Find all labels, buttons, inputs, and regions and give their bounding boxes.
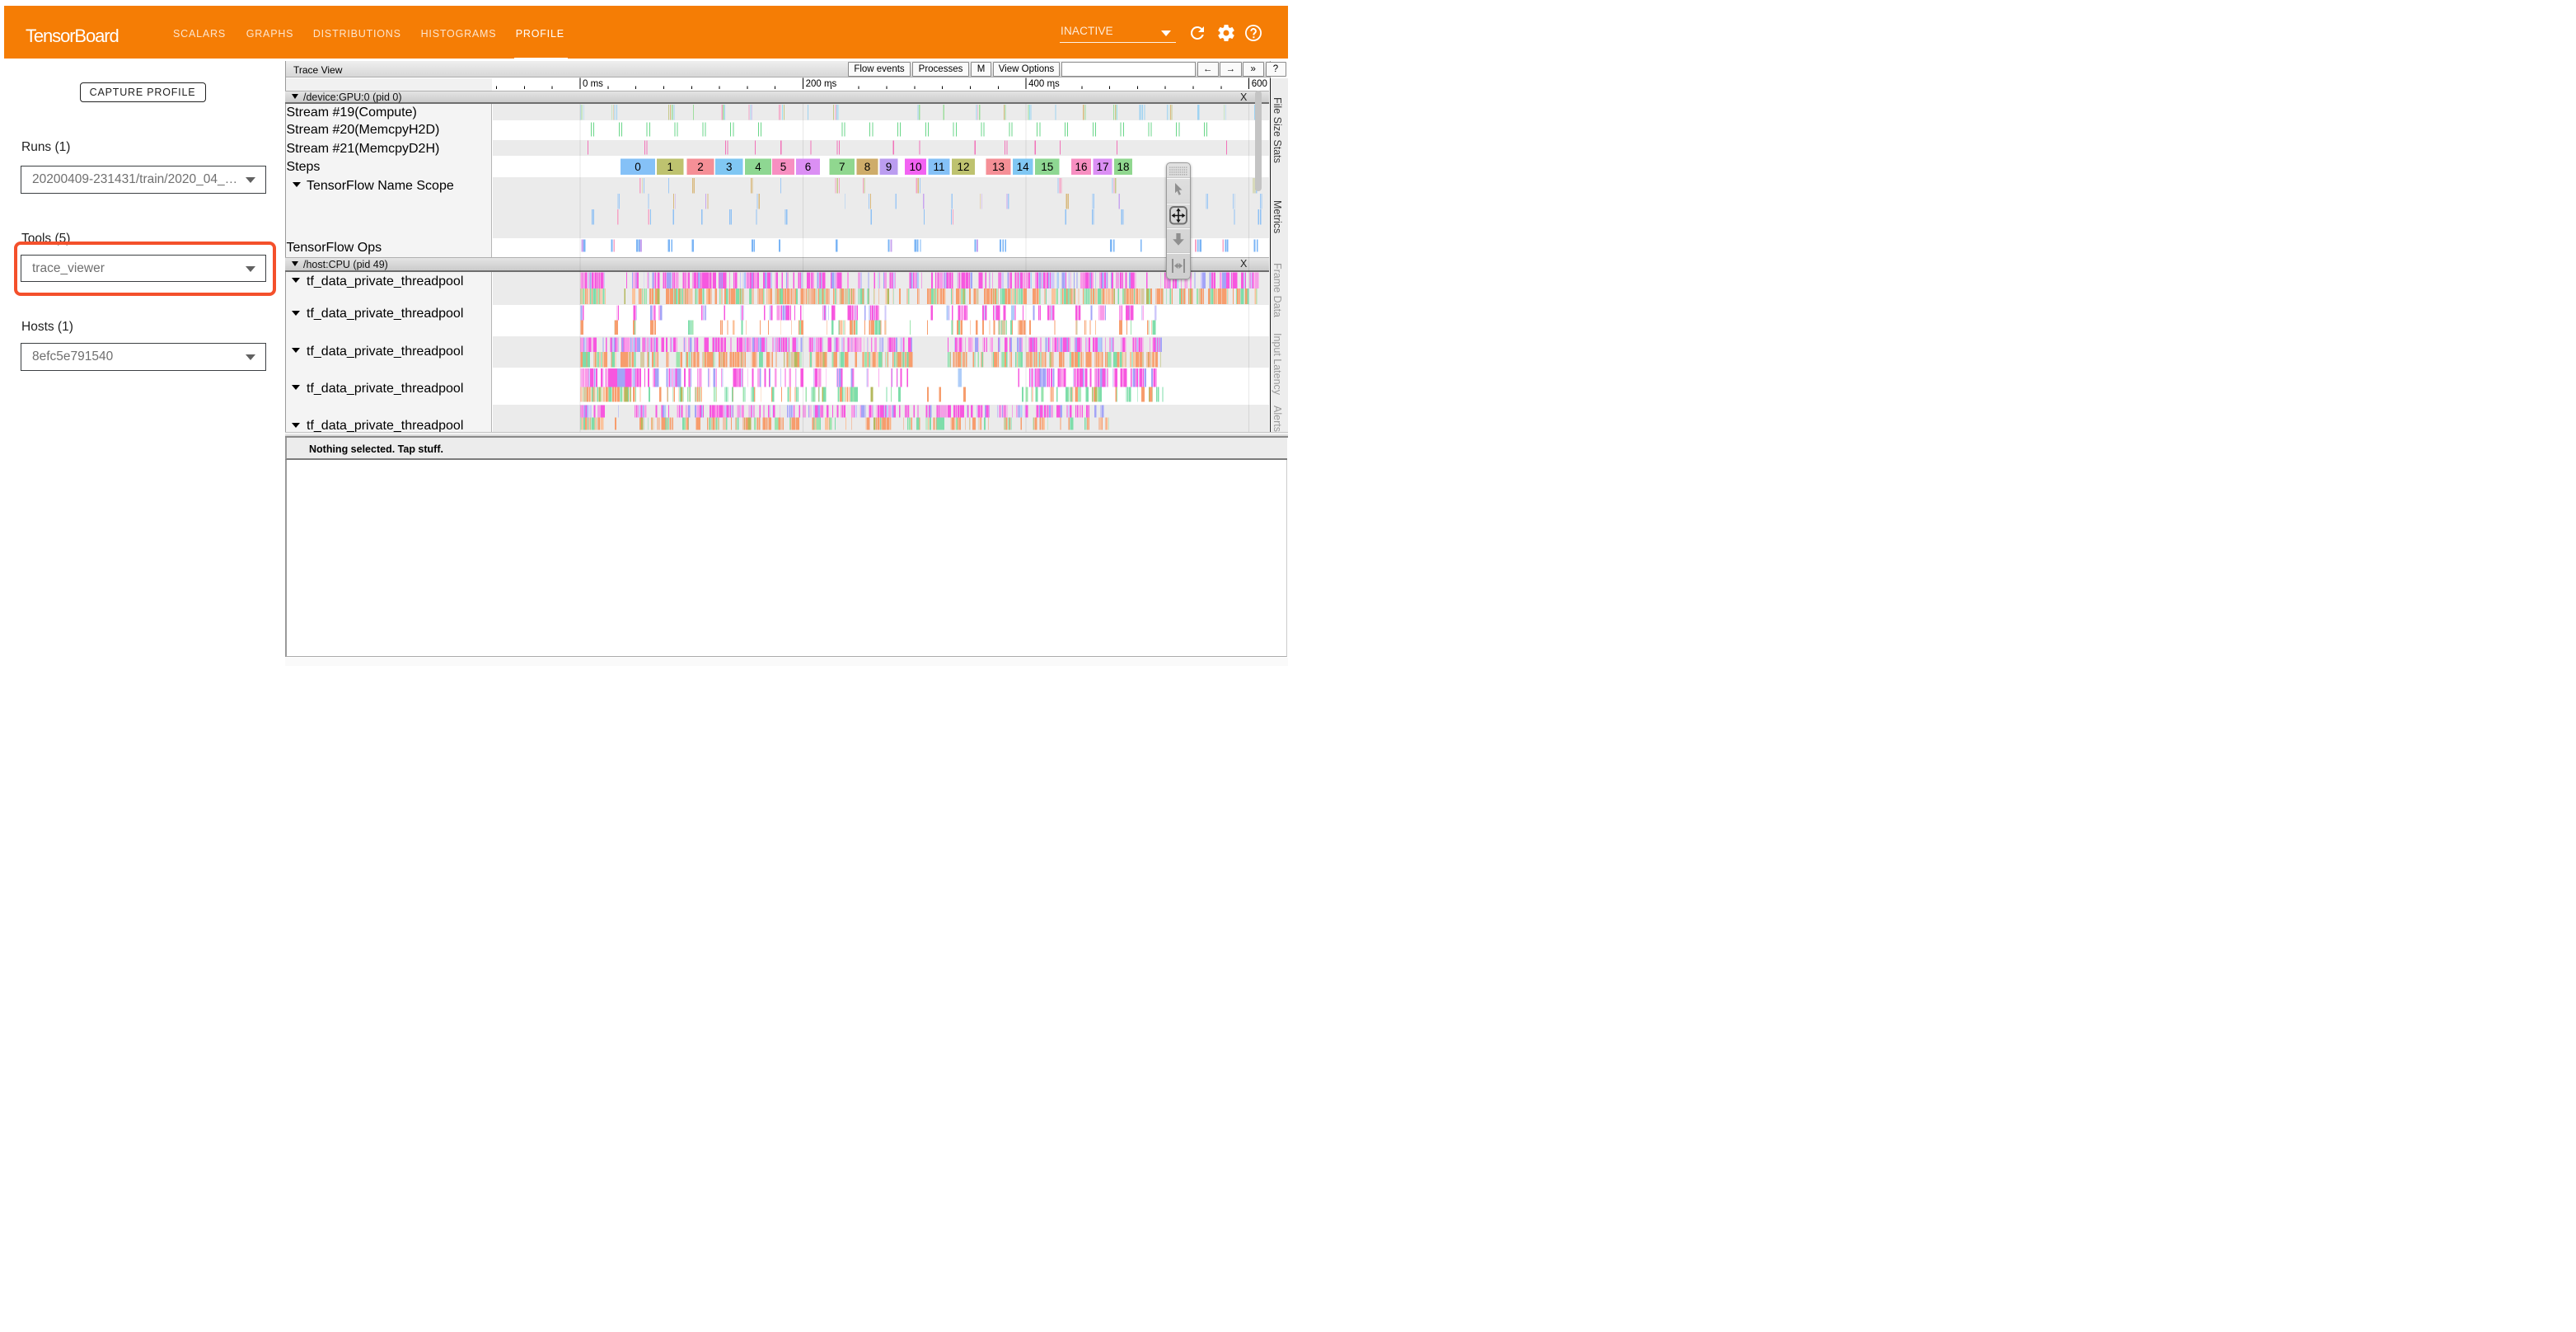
svg-text:13: 13 [992, 161, 1005, 173]
svg-text:2: 2 [697, 161, 704, 173]
svg-text:600: 600 [1252, 79, 1267, 89]
svg-text:18: 18 [1117, 161, 1129, 173]
svg-text:0: 0 [635, 161, 641, 173]
svg-text:15: 15 [1041, 161, 1053, 173]
svg-text:10: 10 [909, 161, 921, 173]
svg-text:11: 11 [933, 161, 944, 173]
svg-text:16: 16 [1075, 161, 1087, 173]
svg-text:17: 17 [1096, 161, 1108, 173]
svg-text:14: 14 [1017, 161, 1030, 173]
svg-text:4: 4 [755, 161, 761, 173]
svg-text:9: 9 [886, 161, 892, 173]
svg-text:8: 8 [864, 161, 871, 173]
svg-text:200 ms: 200 ms [806, 79, 837, 89]
svg-text:400 ms: 400 ms [1028, 79, 1060, 89]
svg-text:7: 7 [839, 161, 845, 173]
svg-text:3: 3 [726, 161, 733, 173]
svg-text:1: 1 [667, 161, 673, 173]
svg-text:5: 5 [780, 161, 787, 173]
svg-text:6: 6 [805, 161, 812, 173]
svg-text:12: 12 [957, 161, 969, 173]
svg-text:0 ms: 0 ms [583, 79, 603, 89]
